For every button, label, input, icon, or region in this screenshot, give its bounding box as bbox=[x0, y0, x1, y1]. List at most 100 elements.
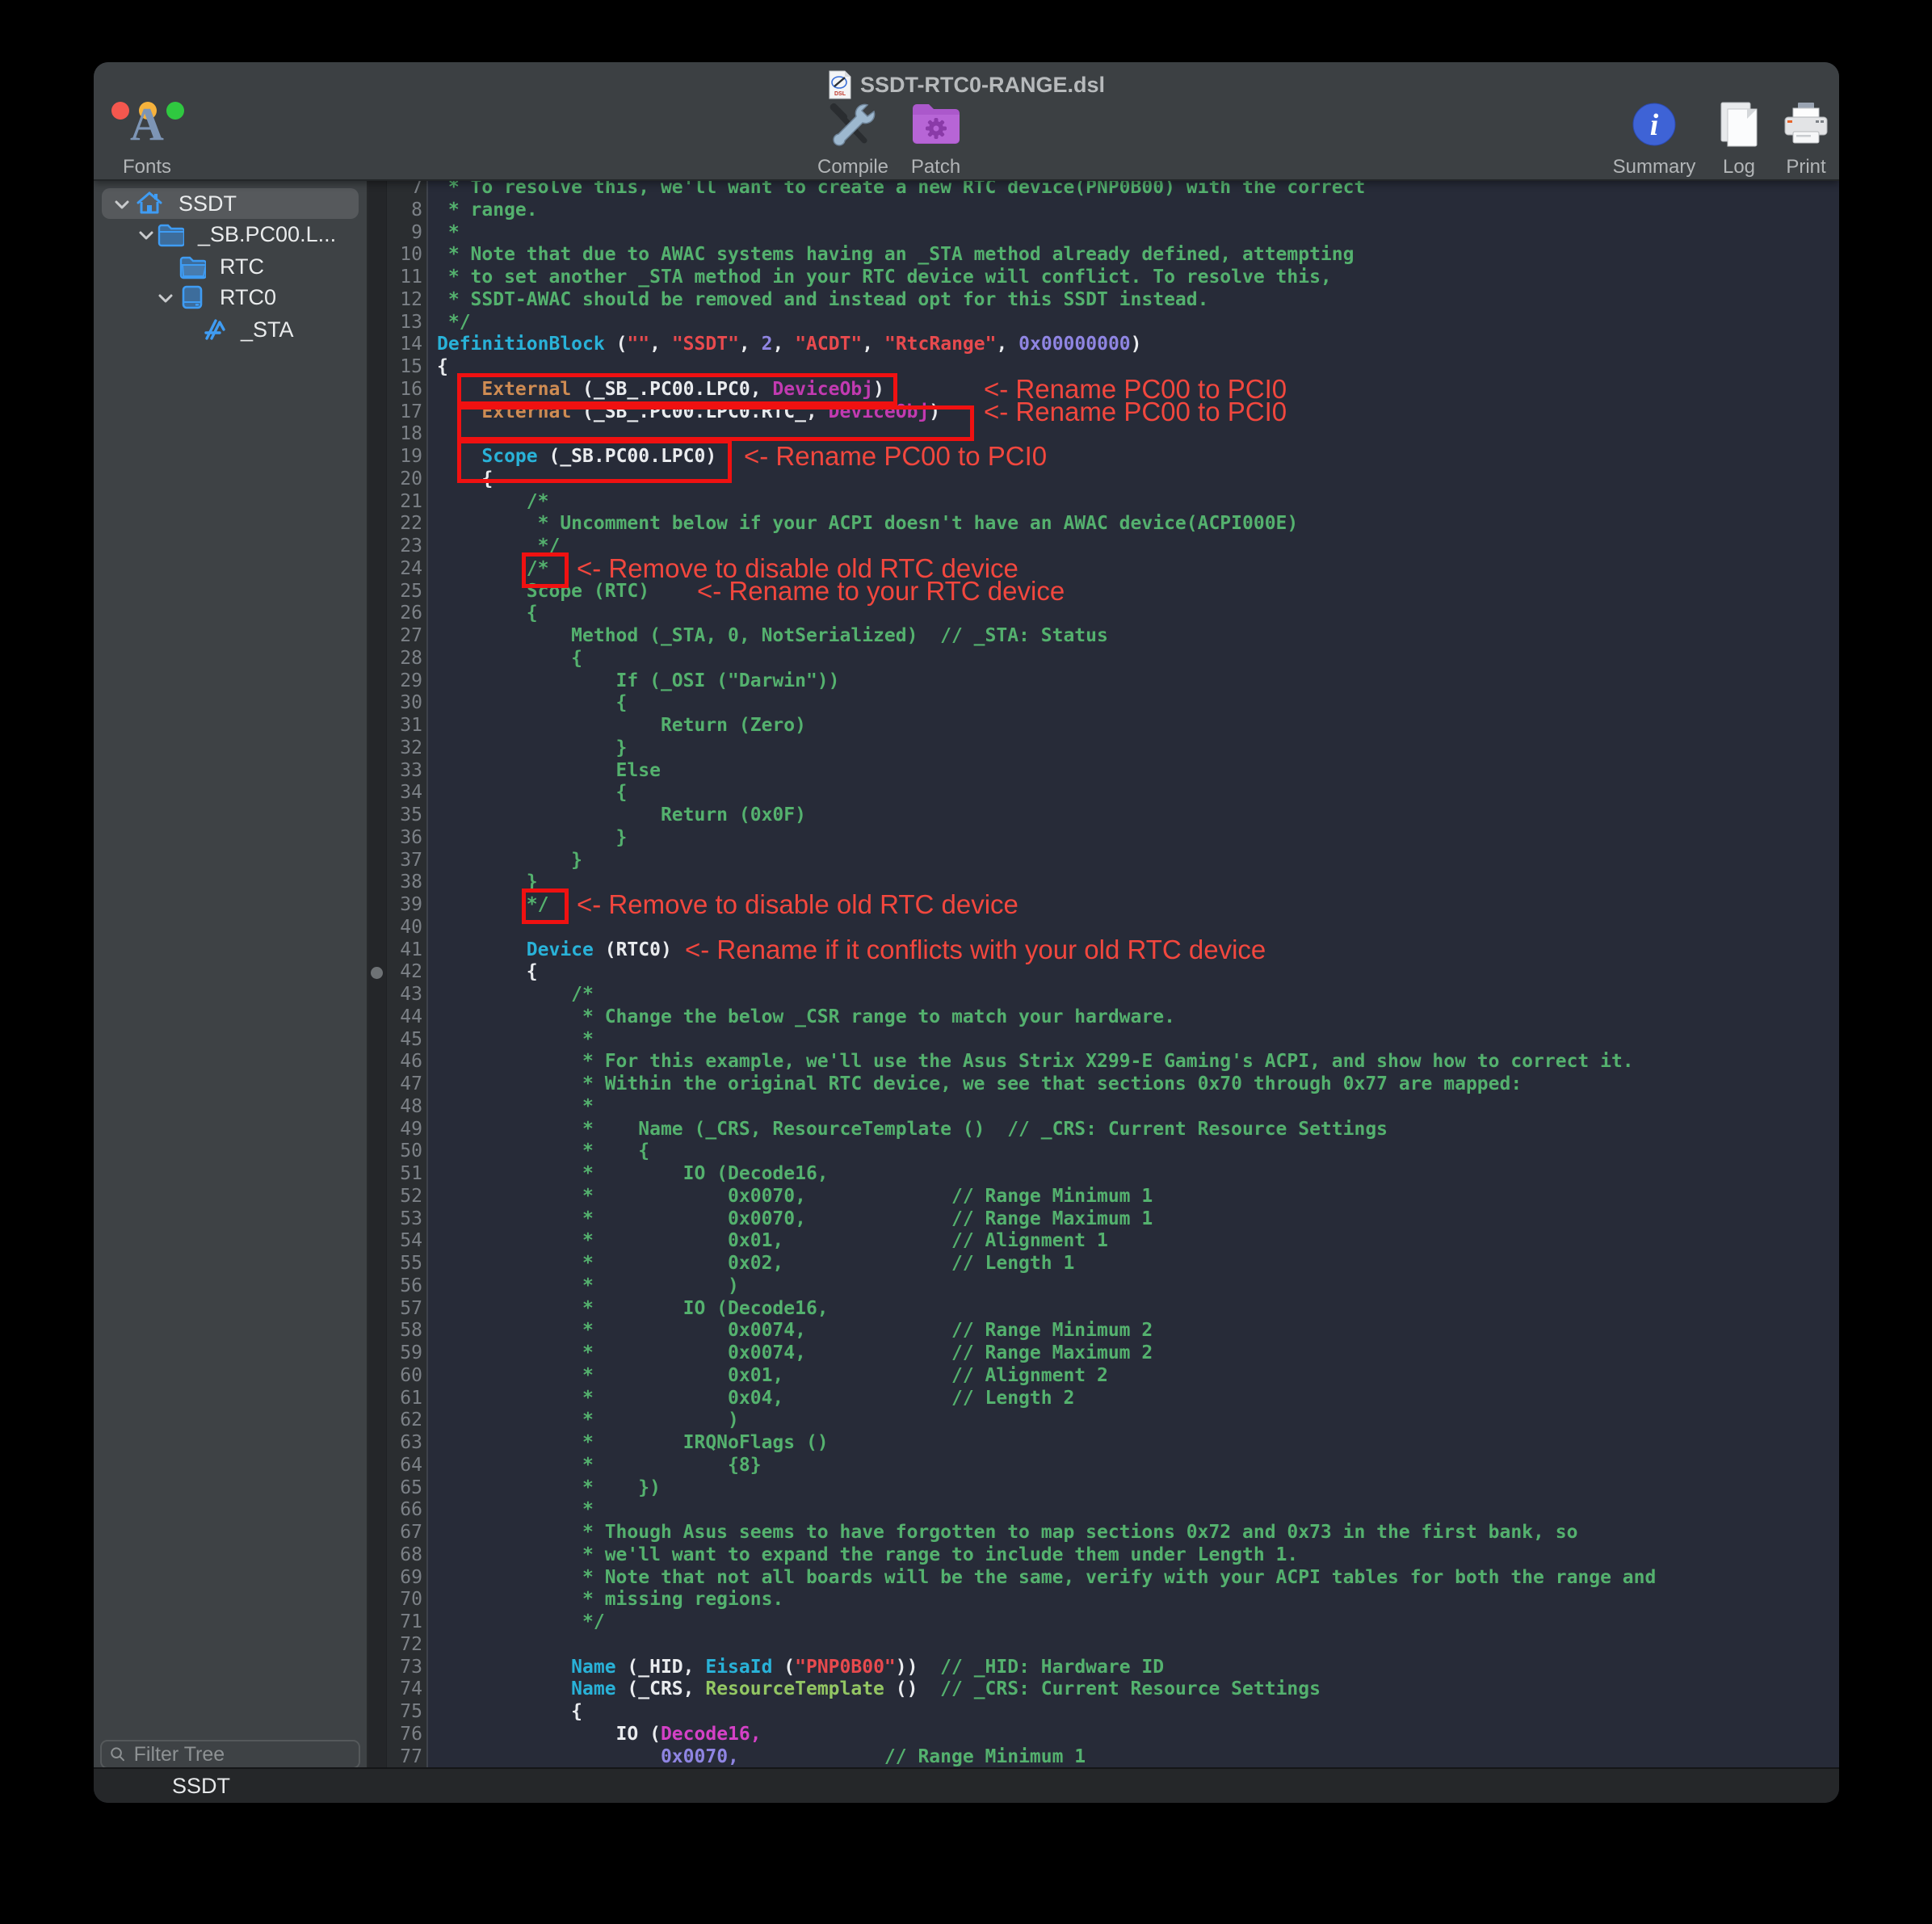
code-line: { bbox=[437, 648, 582, 670]
code-line: * range. bbox=[437, 200, 538, 222]
code-line: 0x0070, // Range Minimum 1 bbox=[437, 1746, 1086, 1769]
fonts-label: Fonts bbox=[123, 156, 171, 179]
annotation-text: <- Rename to your RTC device bbox=[697, 575, 1065, 607]
code-line: * bbox=[437, 1096, 594, 1119]
line-number: 54 bbox=[387, 1230, 422, 1253]
sidebar-tree: SSDT _SB.PC00.L... RTC RTC0 _STA bbox=[94, 181, 368, 1769]
compile-button[interactable]: Compile bbox=[804, 98, 901, 179]
annotation-text: <- Rename PC00 to PCI0 bbox=[744, 440, 1047, 473]
chevron-down-icon[interactable] bbox=[136, 225, 157, 246]
code-line: Device (RTC0) bbox=[437, 939, 672, 962]
line-number: 37 bbox=[387, 850, 422, 872]
code-line: * Though Asus seems to have forgotten to… bbox=[437, 1522, 1577, 1544]
line-number: 63 bbox=[387, 1432, 422, 1455]
line-number: 41 bbox=[387, 939, 422, 962]
line-number: 53 bbox=[387, 1208, 422, 1231]
summary-button[interactable]: i Summary bbox=[1602, 98, 1707, 179]
line-number: 7 bbox=[387, 181, 422, 200]
code-line: * 0x0070, // Range Minimum 1 bbox=[437, 1186, 1153, 1208]
line-number: 22 bbox=[387, 513, 422, 536]
tree-item-sb-pc00[interactable]: _SB.PC00.L... bbox=[94, 219, 367, 250]
print-button[interactable]: Print bbox=[1770, 98, 1839, 179]
line-number: 39 bbox=[387, 894, 422, 917]
code-line: * Name (_CRS, ResourceTemplate () // _CR… bbox=[437, 1119, 1388, 1141]
code-line: * to set another _STA method in your RTC… bbox=[437, 267, 1332, 289]
annotation-text: <- Rename if it conflicts with your old … bbox=[685, 934, 1266, 966]
tree-item-label: RTC bbox=[220, 254, 264, 279]
red-highlight-box bbox=[457, 373, 897, 405]
line-number: 23 bbox=[387, 536, 422, 558]
line-number: 55 bbox=[387, 1253, 422, 1275]
tree-item-rtc0[interactable]: RTC0 bbox=[94, 282, 367, 313]
code-line: If (_OSI ("Darwin")) bbox=[437, 670, 840, 693]
code-line: { bbox=[437, 356, 448, 379]
line-number: 40 bbox=[387, 917, 422, 939]
compile-label: Compile bbox=[817, 156, 888, 179]
code-line: * IRQNoFlags () bbox=[437, 1432, 829, 1455]
document-icon: DSL bbox=[828, 70, 852, 99]
filter-tree-input[interactable] bbox=[132, 1742, 351, 1767]
tree-item-sta[interactable]: _STA bbox=[94, 314, 367, 345]
maciasl-window: DSL SSDT-RTC0-RANGE.dsl A Fonts Compile bbox=[94, 62, 1839, 1803]
toolbar: DSL SSDT-RTC0-RANGE.dsl A Fonts Compile bbox=[94, 62, 1839, 181]
filter-tree-field[interactable] bbox=[100, 1740, 360, 1769]
code-line: Return (0x0F) bbox=[437, 804, 806, 827]
tree-item-ssdt[interactable]: SSDT bbox=[94, 188, 367, 219]
method-icon bbox=[200, 316, 228, 343]
line-number: 11 bbox=[387, 267, 422, 289]
code-line: * missing regions. bbox=[437, 1589, 783, 1611]
line-number: 44 bbox=[387, 1006, 422, 1029]
status-path: SSDT bbox=[172, 1774, 230, 1799]
log-label: Log bbox=[1723, 156, 1755, 179]
fonts-button[interactable]: A Fonts bbox=[107, 98, 187, 179]
home-icon bbox=[136, 190, 163, 217]
line-number: 43 bbox=[387, 984, 422, 1006]
line-marker-dot bbox=[371, 967, 383, 979]
line-number: 28 bbox=[387, 648, 422, 670]
code-line: * For this example, we'll use the Asus S… bbox=[437, 1051, 1634, 1073]
code-line: * 0x0074, // Range Maximum 2 bbox=[437, 1342, 1153, 1365]
window-title-text: SSDT-RTC0-RANGE.dsl bbox=[860, 73, 1105, 98]
code-line: Name (_CRS, ResourceTemplate () // _CRS:… bbox=[437, 1678, 1321, 1701]
line-number: 61 bbox=[387, 1388, 422, 1410]
code-line: * To resolve this, we'll want to create … bbox=[437, 181, 1365, 200]
editor[interactable]: 7891011121314151617181920212223242526272… bbox=[368, 181, 1839, 1769]
info-icon: i bbox=[1632, 103, 1676, 146]
line-number: 59 bbox=[387, 1342, 422, 1365]
line-number: 48 bbox=[387, 1096, 422, 1119]
code-line: } bbox=[437, 850, 582, 872]
summary-label: Summary bbox=[1613, 156, 1696, 179]
print-label: Print bbox=[1786, 156, 1825, 179]
line-number: 12 bbox=[387, 289, 422, 312]
code-line: { bbox=[437, 961, 538, 984]
search-icon bbox=[110, 1745, 126, 1763]
line-number: 50 bbox=[387, 1141, 422, 1163]
line-number: 33 bbox=[387, 760, 422, 783]
line-number: 47 bbox=[387, 1073, 422, 1096]
log-button[interactable]: Log bbox=[1707, 98, 1771, 179]
code-line: } bbox=[437, 827, 627, 850]
line-number: 65 bbox=[387, 1477, 422, 1500]
code-line: /* bbox=[437, 491, 548, 514]
marker-strip bbox=[368, 181, 387, 1769]
code-line: { bbox=[437, 692, 627, 715]
line-number: 17 bbox=[387, 401, 422, 424]
line-number: 71 bbox=[387, 1611, 422, 1634]
status-bar: SSDT bbox=[94, 1767, 1839, 1803]
annotation-text: <- Rename PC00 to PCI0 bbox=[984, 396, 1287, 428]
patch-label: Patch bbox=[911, 156, 960, 179]
code-line: * Note that not all boards will be the s… bbox=[437, 1567, 1656, 1590]
compile-tools-icon bbox=[827, 99, 879, 150]
line-number: 32 bbox=[387, 737, 422, 760]
chevron-down-icon[interactable] bbox=[111, 194, 132, 215]
code-line: Name (_HID, EisaId ("PNP0B00")) // _HID:… bbox=[437, 1657, 1164, 1679]
code-line: * {8} bbox=[437, 1455, 762, 1477]
tree-item-label: SSDT bbox=[178, 191, 237, 216]
svg-text:DSL: DSL bbox=[834, 91, 846, 97]
patch-button[interactable]: Patch bbox=[893, 98, 978, 179]
chevron-down-icon[interactable] bbox=[155, 288, 176, 309]
line-number: 10 bbox=[387, 244, 422, 267]
line-number: 18 bbox=[387, 423, 422, 446]
tree-item-rtc[interactable]: RTC bbox=[94, 251, 367, 282]
log-pages-icon bbox=[1718, 101, 1760, 148]
